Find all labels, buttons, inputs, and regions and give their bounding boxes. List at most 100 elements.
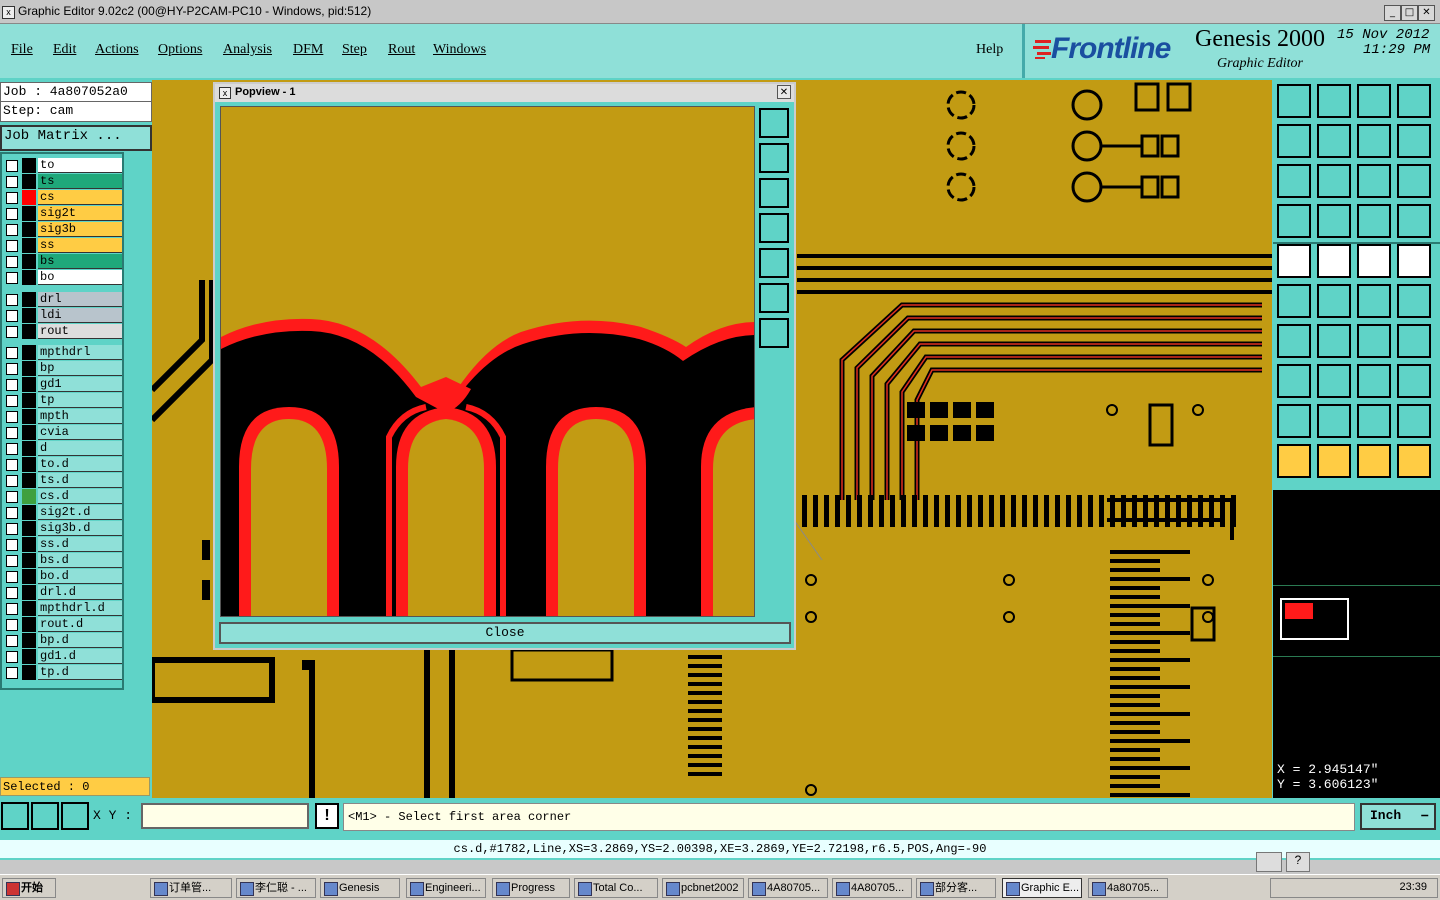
units-select[interactable]: Inch ⎯ bbox=[1360, 803, 1436, 830]
layer-checkbox[interactable] bbox=[6, 224, 18, 236]
layer-checkbox[interactable] bbox=[6, 176, 18, 188]
xy-input[interactable] bbox=[141, 803, 309, 829]
popview-canvas[interactable] bbox=[220, 106, 755, 617]
grid-split-icon[interactable] bbox=[1397, 84, 1431, 118]
layer-checkbox[interactable] bbox=[6, 603, 18, 615]
layer-checkbox[interactable] bbox=[6, 160, 18, 172]
layer-name[interactable]: mpthdrl bbox=[38, 345, 122, 360]
taskbar-item[interactable]: Genesis bbox=[320, 878, 400, 898]
layer-name[interactable]: tp.d bbox=[38, 665, 122, 680]
select-rotate-icon[interactable] bbox=[1357, 444, 1391, 478]
node-a-icon[interactable] bbox=[1357, 284, 1391, 318]
close-button[interactable]: ✕ bbox=[1418, 5, 1435, 21]
taskbar-item[interactable]: Engineeri... bbox=[406, 878, 486, 898]
overview-map[interactable] bbox=[1273, 490, 1440, 758]
node-b-icon[interactable] bbox=[1397, 284, 1431, 318]
layer-name[interactable]: to bbox=[38, 158, 122, 173]
layer-checkbox[interactable] bbox=[6, 395, 18, 407]
zoom-in-icon[interactable] bbox=[759, 283, 789, 313]
layer-name[interactable]: bs.d bbox=[38, 553, 122, 568]
window-icon[interactable] bbox=[1357, 84, 1391, 118]
help-query-icon[interactable] bbox=[1397, 164, 1431, 198]
grid-toggle-icon[interactable] bbox=[1317, 204, 1351, 238]
layer-name[interactable]: d bbox=[38, 441, 122, 456]
layer-name[interactable]: ts.d bbox=[38, 473, 122, 488]
route-a-icon[interactable] bbox=[1357, 204, 1391, 238]
layer-name[interactable]: bo bbox=[38, 270, 122, 285]
keyboard-icon[interactable] bbox=[1256, 852, 1282, 872]
layer-checkbox[interactable] bbox=[6, 411, 18, 423]
layer-checkbox[interactable] bbox=[6, 619, 18, 631]
ruler-icon[interactable] bbox=[1357, 244, 1391, 278]
angle-icon[interactable] bbox=[1277, 324, 1311, 358]
layer-checkbox[interactable] bbox=[6, 427, 18, 439]
fit-view-icon[interactable] bbox=[1277, 164, 1311, 198]
triangle-a-icon[interactable] bbox=[1277, 404, 1311, 438]
pan-right-icon[interactable] bbox=[759, 248, 789, 278]
menu-dfm[interactable]: DFM bbox=[293, 42, 323, 58]
layer-name[interactable]: cvia bbox=[38, 425, 122, 440]
snap-icon[interactable] bbox=[1, 802, 29, 830]
pan-left-icon[interactable] bbox=[759, 213, 789, 243]
layer-name[interactable]: to.d bbox=[38, 457, 122, 472]
minus-icon[interactable] bbox=[1317, 364, 1351, 398]
taskbar-item[interactable]: 部分客... bbox=[916, 878, 996, 898]
taskbar-item[interactable]: Progress bbox=[492, 878, 570, 898]
layer-checkbox[interactable] bbox=[6, 507, 18, 519]
layer-checkbox[interactable] bbox=[6, 635, 18, 647]
layer-name[interactable]: rout.d bbox=[38, 617, 122, 632]
layer-checkbox[interactable] bbox=[6, 667, 18, 679]
measure-icon[interactable] bbox=[31, 802, 59, 830]
menu-actions[interactable]: Actions bbox=[95, 42, 139, 58]
export-icon[interactable] bbox=[1317, 124, 1351, 158]
taskbar-item[interactable]: 4A80705... bbox=[832, 878, 912, 898]
layer-checkbox[interactable] bbox=[6, 240, 18, 252]
taskbar-item[interactable]: pcbnet2002 bbox=[662, 878, 744, 898]
layer-name[interactable]: drl.d bbox=[38, 585, 122, 600]
layer-checkbox[interactable] bbox=[6, 192, 18, 204]
menu-windows[interactable]: Windows bbox=[433, 42, 486, 58]
menu-edit[interactable]: Edit bbox=[53, 42, 76, 58]
taskbar-item[interactable]: 订单管... bbox=[150, 878, 232, 898]
layer-name[interactable]: bs bbox=[38, 254, 122, 269]
dot-icon[interactable] bbox=[1397, 244, 1431, 278]
layer-name[interactable]: bp.d bbox=[38, 633, 122, 648]
taskbar-item[interactable]: 4a80705... bbox=[1088, 878, 1168, 898]
select-node-icon[interactable] bbox=[1397, 444, 1431, 478]
layer-checkbox[interactable] bbox=[6, 539, 18, 551]
layer-name[interactable]: cs.d bbox=[38, 489, 122, 504]
popview-close-x[interactable]: ✕ bbox=[777, 85, 791, 99]
pan-down-icon[interactable] bbox=[759, 178, 789, 208]
layer-name[interactable]: tp bbox=[38, 393, 122, 408]
split-icon[interactable] bbox=[1397, 324, 1431, 358]
zoom-window-icon[interactable] bbox=[1317, 164, 1351, 198]
pad-icon[interactable] bbox=[1277, 244, 1311, 278]
layer-checkbox[interactable] bbox=[6, 326, 18, 338]
flip-icon[interactable] bbox=[1397, 124, 1431, 158]
step-down-icon[interactable] bbox=[1317, 84, 1351, 118]
layer-checkbox[interactable] bbox=[6, 208, 18, 220]
layer-name[interactable]: cs bbox=[38, 190, 122, 205]
layer-name[interactable]: sig3b bbox=[38, 222, 122, 237]
layer-checkbox[interactable] bbox=[6, 651, 18, 663]
layer-name[interactable]: drl bbox=[38, 292, 122, 307]
menu-file[interactable]: File bbox=[11, 42, 33, 58]
grid-icon[interactable] bbox=[61, 802, 89, 830]
shapes-icon[interactable] bbox=[1397, 364, 1431, 398]
triangle-d-icon[interactable] bbox=[1397, 404, 1431, 438]
layer-checkbox[interactable] bbox=[6, 347, 18, 359]
menu-help[interactable]: Help bbox=[976, 42, 1003, 58]
layer-name[interactable]: mpth bbox=[38, 409, 122, 424]
select-edit-icon[interactable] bbox=[1317, 444, 1351, 478]
layer-name[interactable]: ldi bbox=[38, 308, 122, 323]
select-icon[interactable] bbox=[1277, 444, 1311, 478]
layer-name[interactable]: sig2t bbox=[38, 206, 122, 221]
layer-checkbox[interactable] bbox=[6, 379, 18, 391]
line-icon[interactable] bbox=[1317, 324, 1351, 358]
layer-checkbox[interactable] bbox=[6, 310, 18, 322]
menu-rout[interactable]: Rout bbox=[388, 42, 415, 58]
node-c-icon[interactable] bbox=[1277, 364, 1311, 398]
maximize-button[interactable]: □ bbox=[1401, 5, 1418, 21]
layer-name[interactable]: rout bbox=[38, 324, 122, 339]
menu-step[interactable]: Step bbox=[342, 42, 367, 58]
